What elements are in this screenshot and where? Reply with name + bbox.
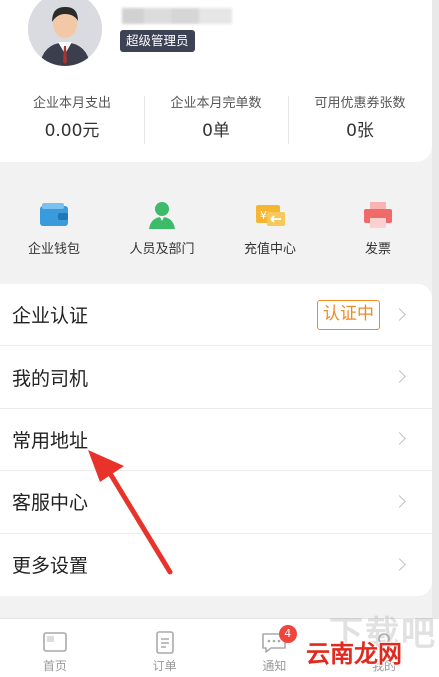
role-badge: 超级管理员 — [120, 30, 195, 52]
stat-coupons[interactable]: 可用优惠券张数 0张 — [288, 92, 432, 148]
stat-value: 0张 — [346, 121, 374, 141]
people-icon — [149, 202, 175, 229]
stat-value: 0单 — [202, 121, 230, 141]
svg-text:¥: ¥ — [260, 209, 267, 222]
quick-action-people[interactable]: 人员及部门 — [108, 188, 216, 268]
menu-item-customer-service[interactable]: 客服中心 — [0, 471, 432, 534]
stat-value: 0.00元 — [44, 121, 100, 141]
menu-item-label: 常用地址 — [12, 429, 89, 452]
quick-action-label: 充值中心 — [243, 242, 296, 257]
order-icon — [155, 631, 174, 654]
stat-monthly-orders[interactable]: 企业本月完单数 0单 — [144, 92, 288, 148]
chevron-right-icon — [393, 432, 406, 446]
screen-edge-shadow — [432, 0, 439, 618]
stat-label: 企业本月完单数 — [170, 96, 262, 111]
home-icon — [43, 632, 67, 652]
user-name-redacted — [122, 8, 232, 24]
quick-action-label: 发票 — [364, 242, 391, 257]
tab-orders[interactable]: 订单 — [110, 619, 220, 677]
tab-label: 首页 — [42, 659, 67, 673]
quick-actions: 企业钱包 人员及部门 ¥ 充值中心 发票 — [0, 188, 432, 268]
menu-item-more-settings[interactable]: 更多设置 — [0, 534, 432, 596]
recharge-card-icon: ¥ — [256, 205, 285, 226]
chevron-right-icon — [393, 494, 406, 508]
menu-list: 企业认证 认证中 我的司机 常用地址 客服中心 更多设置 — [0, 284, 432, 596]
notification-count-badge: 4 — [278, 625, 297, 643]
tab-label: 通知 — [262, 659, 287, 673]
quick-action-recharge[interactable]: ¥ 充值中心 — [216, 188, 324, 268]
stat-label: 可用优惠券张数 — [314, 96, 406, 111]
chevron-right-icon — [393, 370, 406, 383]
status-badge: 认证中 — [317, 300, 380, 330]
quick-action-wallet[interactable]: 企业钱包 — [0, 188, 108, 268]
menu-item-label: 我的司机 — [12, 367, 89, 390]
quick-action-label: 企业钱包 — [27, 242, 80, 257]
wallet-icon — [40, 203, 68, 226]
avatar[interactable] — [28, 0, 102, 66]
chevron-right-icon — [393, 557, 406, 571]
profile-icon — [373, 633, 395, 654]
quick-action-invoice[interactable]: 发票 — [324, 188, 432, 268]
avatar-person-icon — [28, 0, 102, 66]
stats-row: 企业本月支出 0.00元 企业本月完单数 0单 可用优惠券张数 0张 — [0, 92, 432, 148]
tab-label: 订单 — [152, 659, 177, 673]
menu-item-my-drivers[interactable]: 我的司机 — [0, 346, 432, 409]
tab-profile[interactable]: 我的 — [329, 619, 439, 677]
tab-notifications[interactable]: 4 通知 — [220, 619, 330, 677]
tab-home[interactable]: 首页 — [0, 619, 110, 677]
tab-label: 我的 — [372, 659, 397, 673]
menu-item-label: 更多设置 — [12, 555, 89, 578]
stat-monthly-spend[interactable]: 企业本月支出 0.00元 — [0, 92, 144, 148]
menu-item-label: 客服中心 — [12, 492, 89, 515]
chevron-right-icon — [393, 307, 406, 321]
menu-item-frequent-address[interactable]: 常用地址 — [0, 409, 432, 472]
quick-action-label: 人员及部门 — [129, 242, 195, 257]
stat-label: 企业本月支出 — [32, 96, 111, 111]
menu-item-enterprise-cert[interactable]: 企业认证 认证中 — [0, 284, 432, 347]
profile-card: 超级管理员 企业本月支出 0.00元 企业本月完单数 0单 可用优惠券张数 0张 — [0, 0, 432, 162]
bottom-tab-bar: 首页 订单 4 通知 我的 — [0, 618, 439, 677]
menu-item-label: 企业认证 — [12, 305, 89, 328]
printer-invoice-icon — [364, 202, 392, 228]
